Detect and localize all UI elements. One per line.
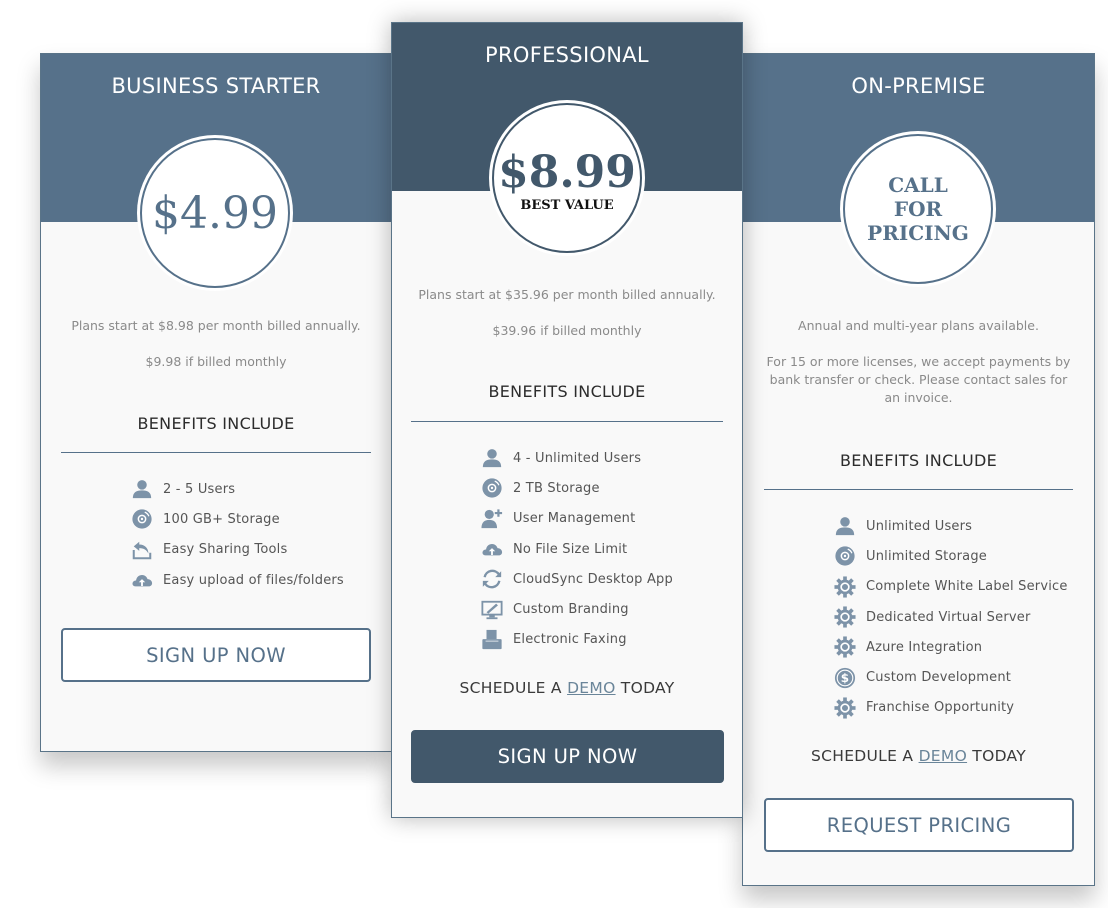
dollar-coin-icon [834,667,856,689]
feature-list: 2 - 5 Users 100 GB+ Storage Easy Sharing… [131,474,344,595]
feature-item: Custom Branding [481,594,673,624]
feature-item: 4 - Unlimited Users [481,443,673,473]
demo-link[interactable]: DEMO [567,679,616,697]
feature-item: Easy Sharing Tools [131,535,344,565]
feature-item: Electronic Faxing [481,625,673,655]
price-circle: $8.99 BEST VALUE [492,103,642,253]
feature-item: Custom Development [834,662,1068,692]
plan-title: ON-PREMISE [851,74,986,98]
gear-icon [834,606,856,628]
payment-info-text: For 15 or more licenses, we accept payme… [766,354,1071,405]
schedule-demo-text: SCHEDULE A DEMO TODAY [810,747,1027,765]
divider [61,452,371,453]
benefits-heading: BENEFITS INCLUDE [488,382,646,401]
monthly-price-text: $39.96 if billed monthly [492,323,642,338]
call-text: CALL [888,173,948,197]
cloud-upload-icon [131,569,153,591]
feature-list: Unlimited Users Unlimited Storage Comple… [834,511,1068,723]
price-value: $4.99 [152,187,278,239]
sync-icon [481,568,503,590]
price-circle: CALL FOR PRICING [843,134,993,284]
divider [411,421,723,422]
monthly-price-text: $9.98 if billed monthly [145,354,287,369]
sign-up-button[interactable]: SIGN UP NOW [61,628,371,682]
user-icon [481,447,503,469]
disc-icon [834,545,856,567]
plan-card-business-starter: BUSINESS STARTER $4.99 Plans start at $8… [40,53,392,752]
feature-list: 4 - Unlimited Users 2 TB Storage User Ma… [481,443,673,655]
feature-item: CloudSync Desktop App [481,564,673,594]
plan-description: Annual and multi-year plans available. F… [743,317,1094,407]
fax-icon [481,629,503,651]
feature-item: Azure Integration [834,632,1068,662]
feature-item: Dedicated Virtual Server [834,602,1068,632]
feature-item: Franchise Opportunity [834,693,1068,723]
demo-link[interactable]: DEMO [919,747,968,765]
feature-item: No File Size Limit [481,534,673,564]
annual-price-text: Plans start at $35.96 per month billed a… [418,287,716,302]
feature-item: Easy upload of files/folders [131,565,344,595]
plan-title: PROFESSIONAL [485,43,649,67]
feature-item: Unlimited Users [834,511,1068,541]
user-add-icon [481,508,503,530]
price-circle: $4.99 [140,138,290,288]
disc-icon [131,508,153,530]
share-icon [131,539,153,561]
for-text: FOR [893,197,943,221]
monitor-edit-icon [481,599,503,621]
sign-up-button[interactable]: SIGN UP NOW [411,730,724,783]
plans-available-text: Annual and multi-year plans available. [798,318,1039,333]
price-value: $8.99 [498,146,636,198]
feature-item: User Management [481,504,673,534]
cloud-upload-icon [481,538,503,560]
benefits-heading: BENEFITS INCLUDE [839,451,998,470]
feature-item: 2 - 5 Users [131,474,344,504]
feature-item: Unlimited Storage [834,541,1068,571]
gear-icon [834,636,856,658]
request-pricing-button[interactable]: REQUEST PRICING [764,798,1074,852]
benefits-heading: BENEFITS INCLUDE [137,414,295,433]
plan-title: BUSINESS STARTER [111,74,321,98]
user-icon [834,515,856,537]
pricing-text: PRICING [867,221,969,245]
plan-description: Plans start at $8.98 per month billed an… [41,317,391,371]
divider [764,489,1073,490]
feature-item: 2 TB Storage [481,473,673,503]
plan-card-professional: PROFESSIONAL $8.99 BEST VALUE Plans star… [391,22,743,818]
user-icon [131,478,153,500]
schedule-demo-text: SCHEDULE A DEMO TODAY [459,679,675,697]
annual-price-text: Plans start at $8.98 per month billed an… [71,318,361,333]
feature-item: 100 GB+ Storage [131,504,344,534]
plan-description: Plans start at $35.96 per month billed a… [392,286,742,340]
gear-icon [834,697,856,719]
feature-item: Complete White Label Service [834,572,1068,602]
disc-icon [481,477,503,499]
gear-icon [834,576,856,598]
best-value-badge: BEST VALUE [520,197,614,213]
plan-card-on-premise: ON-PREMISE CALL FOR PRICING Annual and m… [742,53,1095,886]
